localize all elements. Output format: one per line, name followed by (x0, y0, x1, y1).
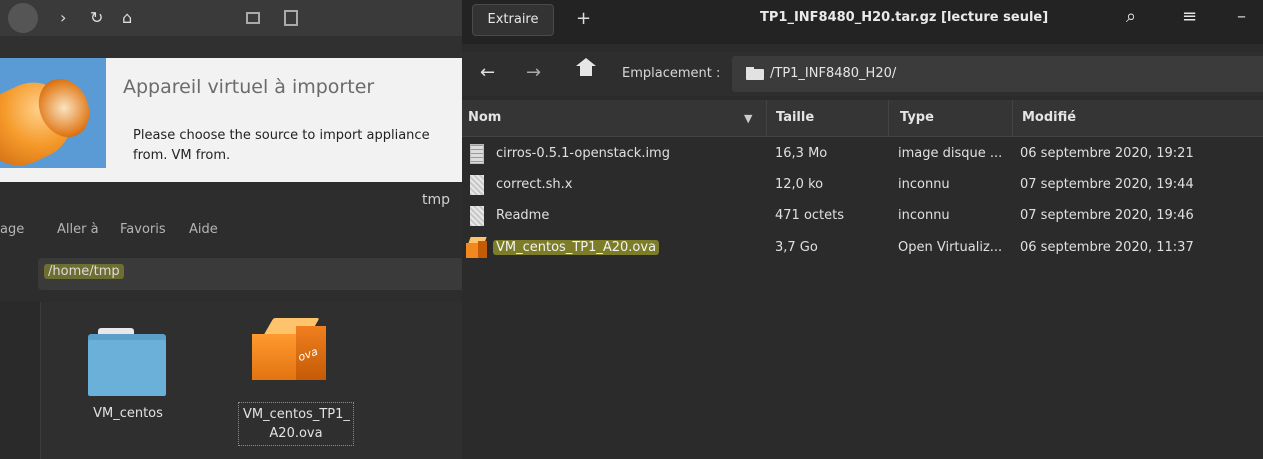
location-label: Emplacement : (622, 66, 721, 81)
folder-icon (746, 67, 764, 80)
file-size: 3,7 Go (775, 240, 818, 255)
file-size: 12,0 ko (775, 177, 824, 192)
table-row[interactable]: VM_centos_TP1_A20.ova 3,7 Go Open Virtua… (462, 233, 1263, 263)
import-appliance-dialog: Appareil virtuel à importer Please choos… (0, 58, 462, 182)
location-path: /TP1_INF8480_H20/ (770, 66, 897, 81)
browser-forward-icon[interactable]: › (60, 8, 66, 27)
table-row[interactable]: cirros-0.5.1-openstack.img 16,3 Mo image… (462, 139, 1263, 169)
menu-favorites[interactable]: Favoris (120, 222, 166, 237)
file-size: 16,3 Mo (775, 146, 828, 161)
file-modified: 07 septembre 2020, 19:44 (1020, 177, 1194, 192)
browser-reload-icon[interactable]: ↻ (90, 8, 103, 27)
folder-label: VM_centos (93, 406, 163, 421)
file-modified: 06 septembre 2020, 11:37 (1020, 240, 1194, 255)
file-manager-title: tmp (422, 192, 451, 208)
file-name: cirros-0.5.1-openstack.img (496, 146, 670, 161)
menu-help[interactable]: Aide (189, 222, 218, 237)
disk-image-file-icon (470, 144, 484, 164)
back-arrow-icon[interactable]: ← (480, 62, 495, 83)
file-name: correct.sh.x (496, 177, 573, 192)
extract-button[interactable]: Extraire (472, 4, 554, 36)
file-type: Open Virtualiz... (898, 240, 1003, 255)
file-name: Readme (496, 208, 550, 223)
forward-arrow-icon[interactable]: → (526, 62, 541, 83)
file-modified: 07 septembre 2020, 19:46 (1020, 208, 1194, 223)
file-manager-sidebar (0, 302, 41, 459)
path-text: /home/tmp (44, 264, 124, 279)
file-size: 471 octets (775, 208, 845, 223)
unknown-file-icon (470, 175, 484, 195)
unknown-file-icon (470, 206, 484, 226)
sort-descending-icon[interactable]: ▼ (744, 112, 752, 125)
folder-item[interactable] (88, 328, 168, 398)
table-row[interactable]: Readme 471 octets inconnu 07 septembre 2… (462, 201, 1263, 231)
window-title: TP1_INF8480_H20.tar.gz [lecture seule] (760, 10, 1049, 25)
file-manager-content (0, 302, 462, 459)
appliance-illustration (0, 58, 106, 178)
dialog-title: Appareil virtuel à importer (123, 76, 375, 98)
browser-home-icon[interactable]: ⌂ (122, 8, 132, 27)
file-modified: 06 septembre 2020, 19:21 (1020, 146, 1194, 161)
ova-label-line2: A20.ova (269, 426, 323, 441)
dialog-description: Please choose the source to import appli… (133, 128, 430, 163)
file-type: inconnu (898, 208, 950, 223)
column-header (462, 100, 1263, 137)
folder-icon (88, 328, 168, 398)
browser-tab-icon[interactable] (246, 12, 260, 24)
file-type: image disque ... (898, 146, 1003, 161)
menu-image[interactable]: age (0, 222, 24, 237)
minimize-icon[interactable]: – (1237, 6, 1246, 27)
column-size[interactable]: Taille (776, 110, 814, 125)
file-name: VM_centos_TP1_A20.ova (493, 240, 660, 255)
ova-label-line1: VM_centos_TP1_ (243, 407, 350, 422)
home-icon[interactable] (576, 58, 596, 78)
file-type: inconnu (898, 177, 950, 192)
ova-package-icon (466, 237, 488, 259)
table-row[interactable]: correct.sh.x 12,0 ko inconnu 07 septembr… (462, 170, 1263, 200)
column-name[interactable]: Nom (468, 110, 501, 125)
column-divider[interactable] (766, 100, 767, 136)
ova-item[interactable]: ova (252, 318, 332, 388)
ova-file-label: VM_centos_TP1_ A20.ova (238, 402, 354, 446)
ova-package-icon: ova (252, 318, 332, 388)
column-divider[interactable] (888, 100, 889, 136)
column-type[interactable]: Type (900, 110, 934, 125)
column-modified[interactable]: Modifié (1022, 110, 1076, 125)
column-divider[interactable] (1012, 100, 1013, 136)
browser-page-icon[interactable] (284, 10, 298, 26)
dialog-titlebar (0, 36, 462, 58)
menu-go[interactable]: Aller à (57, 222, 99, 237)
browser-toolbar (0, 0, 462, 36)
browser-back-button[interactable] (8, 3, 38, 33)
hamburger-menu-icon[interactable]: ≡ (1182, 6, 1197, 27)
search-icon[interactable]: ⌕ (1126, 6, 1136, 27)
add-files-button[interactable]: + (576, 8, 591, 29)
